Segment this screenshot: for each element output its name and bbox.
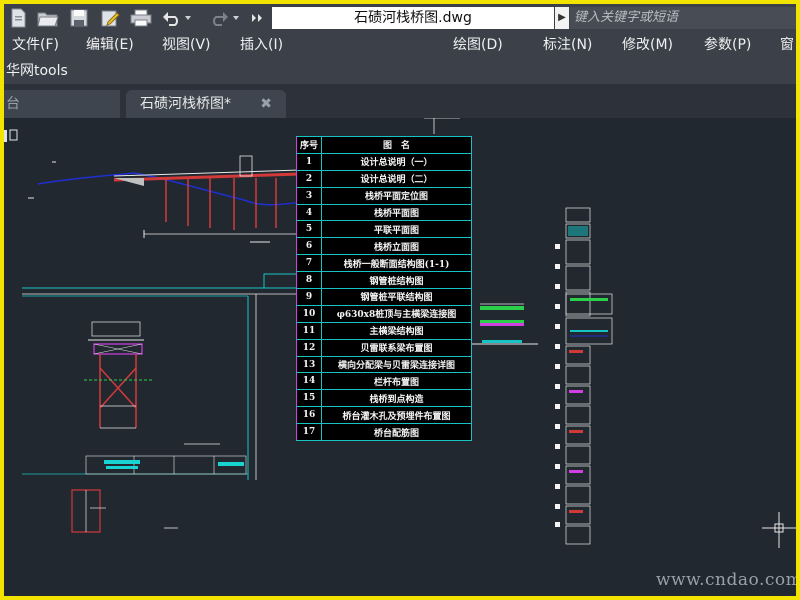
row-name: 栈桥立面图	[321, 237, 472, 256]
document-title: 石碛河栈桥图.dwg	[272, 7, 554, 29]
table-row[interactable]: 1 设计总说明（一）	[296, 152, 472, 171]
table-row[interactable]: 5 平联平面图	[296, 220, 472, 239]
table-row[interactable]: 16 桥台灌木孔及预埋件布置图	[296, 406, 472, 425]
sheet-index-table[interactable]: 序号 图 名 1 设计总说明（一） 2 设计总说明（二） 3 栈桥平面定位图 4 栈桥平面图 5…	[296, 136, 472, 442]
row-name: 贝雷联系梁布置图	[321, 338, 472, 357]
table-row[interactable]: 9 钢管桩平联结构图	[296, 288, 472, 306]
watermark: www.cndao.com	[656, 570, 800, 590]
row-num: 17	[296, 423, 322, 442]
table-header-row: 序号 图 名	[296, 136, 472, 154]
menu-edit[interactable]: 编辑(E)	[86, 32, 134, 58]
row-name: 横向分配梁与贝雷梁连接详图	[321, 355, 472, 374]
row-name: 平联平面图	[321, 220, 472, 239]
redo-icon[interactable]	[202, 7, 242, 29]
row-num: 14	[296, 372, 322, 391]
drawing-canvas[interactable]: 序号 图 名 1 设计总说明（一） 2 设计总说明（二） 3 栈桥平面定位图 4 栈桥平面图 5…	[4, 118, 796, 596]
row-num: 9	[296, 288, 322, 306]
row-num: 7	[296, 254, 322, 273]
row-name: 栏杆布置图	[321, 372, 472, 391]
table-row[interactable]: 11 主横梁结构图	[296, 321, 472, 340]
expand-toolbar-icon[interactable]	[248, 7, 266, 29]
row-num: 3	[296, 186, 322, 205]
close-icon[interactable]: ✖	[260, 90, 272, 118]
search-input[interactable]: 键入关键字或短语	[570, 7, 796, 29]
row-num: 8	[296, 271, 322, 290]
row-name: 钢管桩平联结构图	[321, 288, 472, 306]
row-num: 16	[296, 406, 322, 425]
table-row[interactable]: 2 设计总说明（二）	[296, 169, 472, 188]
menu-bar: 文件(F) 编辑(E) 视图(V) 插入(I) 绘图(D) 标注(N) 修改(M…	[4, 32, 796, 58]
row-name: 桥台灌木孔及预埋件布置图	[321, 406, 472, 425]
file-tab-bar: 台 石碛河栈桥图* ✖	[4, 84, 796, 118]
menu-modify[interactable]: 修改(M)	[622, 32, 673, 58]
table-row[interactable]: 4 栈桥平面图	[296, 203, 472, 222]
menu-window[interactable]: 窗	[780, 32, 794, 58]
row-num: 15	[296, 389, 322, 408]
table-row[interactable]: 8 钢管桩结构图	[296, 271, 472, 290]
open-folder-icon[interactable]	[36, 7, 60, 29]
tab-start[interactable]: 台	[4, 90, 120, 118]
table-row[interactable]: 15 栈桥到点构造	[296, 389, 472, 408]
table-row[interactable]: 6 栈桥立面图	[296, 237, 472, 256]
undo-icon[interactable]	[160, 7, 194, 29]
row-name: 栈桥平面图	[321, 203, 472, 222]
tools-menu[interactable]: 华网tools	[6, 58, 68, 84]
row-num: 1	[296, 152, 322, 171]
row-num: 11	[296, 321, 322, 340]
row-name: 主横梁结构图	[321, 321, 472, 340]
row-name: φ630x8桩顶与主横梁连接图	[321, 304, 472, 323]
header-name: 图 名	[321, 136, 472, 154]
menu-draw[interactable]: 绘图(D)	[453, 32, 503, 58]
row-name: 桥台配筋图	[321, 423, 472, 442]
row-num: 10	[296, 304, 322, 323]
menu-insert[interactable]: 插入(I)	[240, 32, 283, 58]
sheet-thumbnails	[555, 207, 613, 545]
row-num: 12	[296, 338, 322, 357]
save-icon[interactable]	[68, 7, 90, 29]
row-name: 钢管桩结构图	[321, 271, 472, 290]
new-file-icon[interactable]	[8, 7, 28, 29]
tools-bar: 华网tools	[4, 58, 796, 84]
menu-dimension[interactable]: 标注(N)	[543, 32, 592, 58]
header-num: 序号	[296, 136, 322, 154]
save-as-icon[interactable]	[98, 7, 122, 29]
row-name: 栈桥到点构造	[321, 389, 472, 408]
row-name: 设计总说明（一）	[321, 152, 472, 171]
table-row[interactable]: 17 桥台配筋图	[296, 423, 472, 442]
row-num: 6	[296, 237, 322, 256]
row-num: 4	[296, 203, 322, 222]
print-icon[interactable]	[128, 7, 154, 29]
row-name: 栈桥一般断面结构图(1-1)	[321, 254, 472, 273]
menu-file[interactable]: 文件(F)	[12, 32, 59, 58]
menu-parametric[interactable]: 参数(P)	[704, 32, 751, 58]
table-row[interactable]: 7 栈桥一般断面结构图(1-1)	[296, 254, 472, 273]
tab-drawing-label: 石碛河栈桥图*	[140, 96, 231, 112]
table-row[interactable]: 10 φ630x8桩顶与主横梁连接图	[296, 304, 472, 323]
table-row[interactable]: 14 栏杆布置图	[296, 372, 472, 391]
table-row[interactable]: 13 横向分配梁与贝雷梁连接详图	[296, 355, 472, 374]
row-name: 栈桥平面定位图	[321, 186, 472, 205]
row-num: 13	[296, 355, 322, 374]
crosshair-cursor-icon	[762, 512, 796, 548]
row-name: 设计总说明（二）	[321, 169, 472, 188]
table-row[interactable]: 3 栈桥平面定位图	[296, 186, 472, 205]
application-window: 石碛河栈桥图.dwg ▶ 键入关键字或短语 文件(F) 编辑(E) 视图(V) …	[0, 0, 800, 600]
row-num: 2	[296, 169, 322, 188]
tab-drawing[interactable]: 石碛河栈桥图* ✖	[126, 90, 286, 118]
table-row[interactable]: 12 贝雷联系梁布置图	[296, 338, 472, 357]
row-num: 5	[296, 220, 322, 239]
title-bar: 石碛河栈桥图.dwg ▶ 键入关键字或短语	[4, 4, 796, 32]
title-arrow-icon[interactable]: ▶	[555, 7, 569, 29]
menu-view[interactable]: 视图(V)	[162, 32, 211, 58]
